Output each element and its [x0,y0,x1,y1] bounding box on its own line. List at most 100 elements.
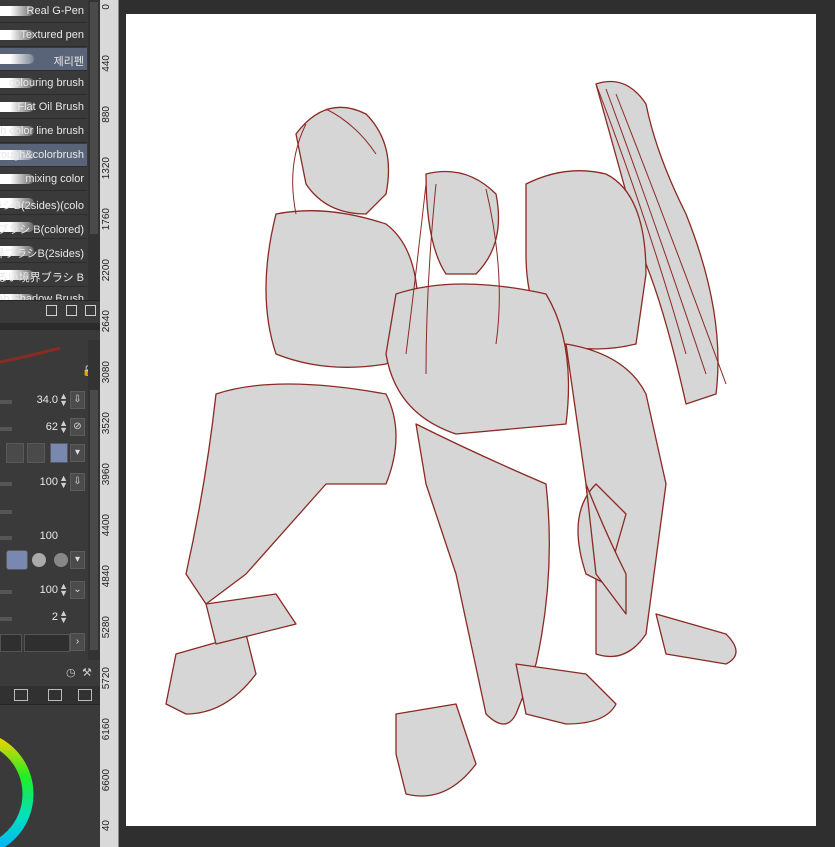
ruler-tick-label: 1760 [101,208,112,231]
shape-option-3[interactable] [50,443,68,463]
hardness-value[interactable]: 62 [46,421,58,433]
shape-option-2[interactable] [27,443,45,463]
property-scrollbar[interactable] [88,340,100,660]
tip-round-soft[interactable] [54,553,68,567]
brush-size-row[interactable]: 34.0 ▲ ▼ ⇩ [0,390,88,412]
sketch-stroke [565,343,667,658]
brush-item[interactable]: sh color line brush [0,120,87,143]
blend-slider[interactable] [0,590,12,594]
wrench-icon[interactable]: ⚒ [82,666,92,679]
stabilization-value[interactable]: 2 [52,611,58,623]
sketch-stroke [515,663,617,725]
density-row[interactable]: 100 ▲ ▼ ⇩ [0,472,88,494]
tool-property-panel: 🔓 34.0 ▲▼ ⇩ 62 ▲▼ ⊘ ▾ 100 ▲▼ ⇩ 100 ▾ 100 [0,330,100,686]
sketch-stroke [655,613,737,665]
brush-item[interactable]: 明るい境界ブラシ B [0,264,87,287]
brush-label: 제리펜 [53,56,84,68]
opacity-row[interactable]: 100 [0,526,88,548]
shape-dropdown-chevron-icon[interactable]: ▾ [70,444,85,462]
tab-icon-1[interactable] [14,689,28,701]
size-slider[interactable] [0,400,12,404]
tip-round-hard[interactable] [6,550,28,570]
brush-item[interactable]: 제리펜 [0,48,87,71]
reset-icon[interactable]: ◷ [66,666,76,679]
tab-icon-3[interactable] [78,689,92,701]
hardness-slider[interactable] [0,427,12,431]
ruler-tick-label: 40 [101,820,112,832]
opacity-slider[interactable] [0,536,12,540]
brush-label: mixing color [25,173,84,185]
brush-label: Textured pen [20,29,84,41]
blend-row[interactable]: 100 ▲ ▼ ⌄ [0,580,88,602]
density-value[interactable]: 100 [40,476,58,488]
stabilization-spinner-icon[interactable]: ▲ ▼ [59,609,68,625]
trash-icon[interactable] [85,305,96,316]
hardness-toggle-button[interactable]: ⊘ [70,418,85,436]
tip-round-medium[interactable] [32,553,46,567]
sketch-stroke [385,283,570,435]
brush-item[interactable]: colouring brush [0,72,87,95]
brush-size-value[interactable]: 34.0 [37,394,58,406]
field-a[interactable] [0,634,22,652]
duplicate-icon[interactable] [66,305,77,316]
density-sub-slider[interactable] [0,510,12,514]
brush-item[interactable]: mixing color [0,168,87,191]
brush-label: ラシB(2sides)(colo [0,200,84,212]
stabilization-row[interactable]: 2 ▲ ▼ [0,607,88,629]
tip-dropdown-chevron-icon[interactable]: ▾ [70,551,85,569]
opacity-value[interactable]: 100 [40,530,58,542]
tab-icon-2[interactable] [48,689,62,701]
density-pressure-button[interactable]: ⇩ [70,473,85,491]
brush-label: rough&colorbrush [0,149,84,161]
brush-stroke-icon [0,54,34,64]
sketch-stroke [395,703,477,797]
tip-shape-row: ▾ [0,550,88,574]
ruler-tick-label: 2640 [101,310,112,333]
hardness-row[interactable]: 62 ▲ ▼ ⊘ [0,417,88,439]
sketch-stroke [185,383,397,605]
sketch-artwork [165,80,737,797]
shape-option-1[interactable] [6,443,24,463]
ruler-tick-label: 6600 [101,769,112,792]
density-spinner-icon[interactable]: ▲ ▼ [59,474,68,490]
drawing-canvas[interactable] [126,14,816,826]
blend-spinner-icon[interactable]: ▲ ▼ [59,582,68,598]
brush-item[interactable]: 境界ブラシB(2sides) [0,240,87,263]
stabilization-slider[interactable] [0,617,12,621]
size-pressure-button[interactable]: ⇩ [70,391,85,409]
download-icon[interactable] [46,305,57,316]
color-wheel[interactable] [0,704,100,847]
chevron-right-icon[interactable]: › [70,633,85,651]
brush-item[interactable]: ab Shadow Brush [0,288,87,300]
brush-item[interactable]: Flat Oil Brush [0,96,87,119]
panel-tabs [0,686,100,705]
density-sub-row [0,500,88,522]
ruler-tick-label: 4840 [101,565,112,588]
hardness-spinner-icon[interactable]: ▲ ▼ [59,419,68,435]
brush-item[interactable]: ラシB(2sides)(colo [0,192,87,215]
brush-item[interactable]: Textured pen [0,24,87,47]
blend-value[interactable]: 100 [40,584,58,596]
brush-label: Real G-Pen [26,5,84,17]
ruler-tick-label: 0 [101,4,112,10]
ruler-tick-label: 880 [101,106,112,123]
ruler-tick-label: 5280 [101,616,112,639]
ruler-tick-label: 3080 [101,361,112,384]
extra-row: › [0,632,88,654]
field-b[interactable] [24,634,70,652]
blend-options-button[interactable]: ⌄ [70,581,85,599]
brush-list-scrollbar[interactable] [88,0,100,300]
sketch-stroke [165,633,257,715]
brush-item[interactable]: 界ブラシ B(colored) [0,216,87,239]
ruler-tick-label: 5720 [101,667,112,690]
sketch-stroke [295,106,390,215]
brush-label: 境界ブラシB(2sides) [0,248,84,260]
brush-item[interactable]: rough&colorbrush [0,144,87,167]
brush-list-footer [0,300,100,323]
density-slider[interactable] [0,482,12,486]
scroll-thumb[interactable] [90,2,98,234]
size-spinner-icon[interactable]: ▲ ▼ [59,392,68,408]
brush-item[interactable]: Real G-Pen [0,0,87,23]
scroll-thumb[interactable] [90,390,98,650]
brush-list: Real G-Pen Textured pen 제리펜 colouring brush… [0,0,88,300]
